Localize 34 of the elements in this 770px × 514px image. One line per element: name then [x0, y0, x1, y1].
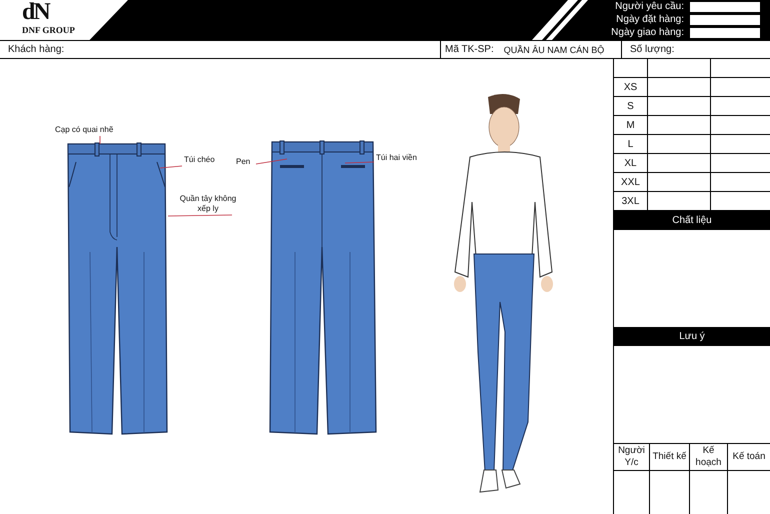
- field-label: Ngày đặt hàng:: [616, 14, 684, 26]
- code-label: Mã TK-SP:: [445, 44, 494, 55]
- callout-label: Quần tây không xếp ly: [178, 194, 238, 214]
- section-header: Lưu ý: [614, 327, 770, 346]
- leader-line: [160, 166, 182, 168]
- callout-label: Cạp có quai nhẽ: [55, 125, 114, 135]
- customer-label: Khách hàng:: [8, 44, 64, 55]
- leader-line: [256, 158, 288, 164]
- size-label: M: [614, 116, 648, 134]
- input-field[interactable]: [690, 28, 760, 38]
- product-code-value: QUẦN ÂU NAM CÁN BỘ: [504, 44, 604, 54]
- quantity-label: Số lượng:: [630, 44, 674, 55]
- size-label: S: [614, 97, 648, 115]
- table-header-cell: Kế hoạch: [690, 444, 728, 471]
- table-header-cell: Kế toán: [728, 444, 770, 471]
- input-field[interactable]: [690, 2, 760, 12]
- field-label: Người yêu cầu:: [615, 1, 684, 14]
- size-label: XXL: [614, 173, 648, 191]
- callout-label: Pen: [236, 157, 250, 167]
- table-header-cell: Thiết kế: [650, 444, 690, 471]
- size-label: 3XL: [614, 192, 648, 210]
- field-label: Ngày giao hàng:: [611, 26, 684, 39]
- size-label: L: [614, 135, 648, 153]
- callout-label: Túi hai viền: [376, 153, 417, 163]
- leader-line: [344, 162, 374, 164]
- leader-line: [168, 214, 232, 216]
- logo-mark: dN: [22, 0, 49, 24]
- section-header: Chất liệu: [614, 211, 770, 230]
- callout-label: Túi chéo: [184, 155, 215, 165]
- logo-text: DNF GROUP: [22, 24, 75, 36]
- size-label: XL: [614, 154, 648, 172]
- input-field[interactable]: [690, 14, 760, 25]
- table-header-cell: Người Y/c: [614, 444, 650, 471]
- size-label: XS: [614, 78, 648, 96]
